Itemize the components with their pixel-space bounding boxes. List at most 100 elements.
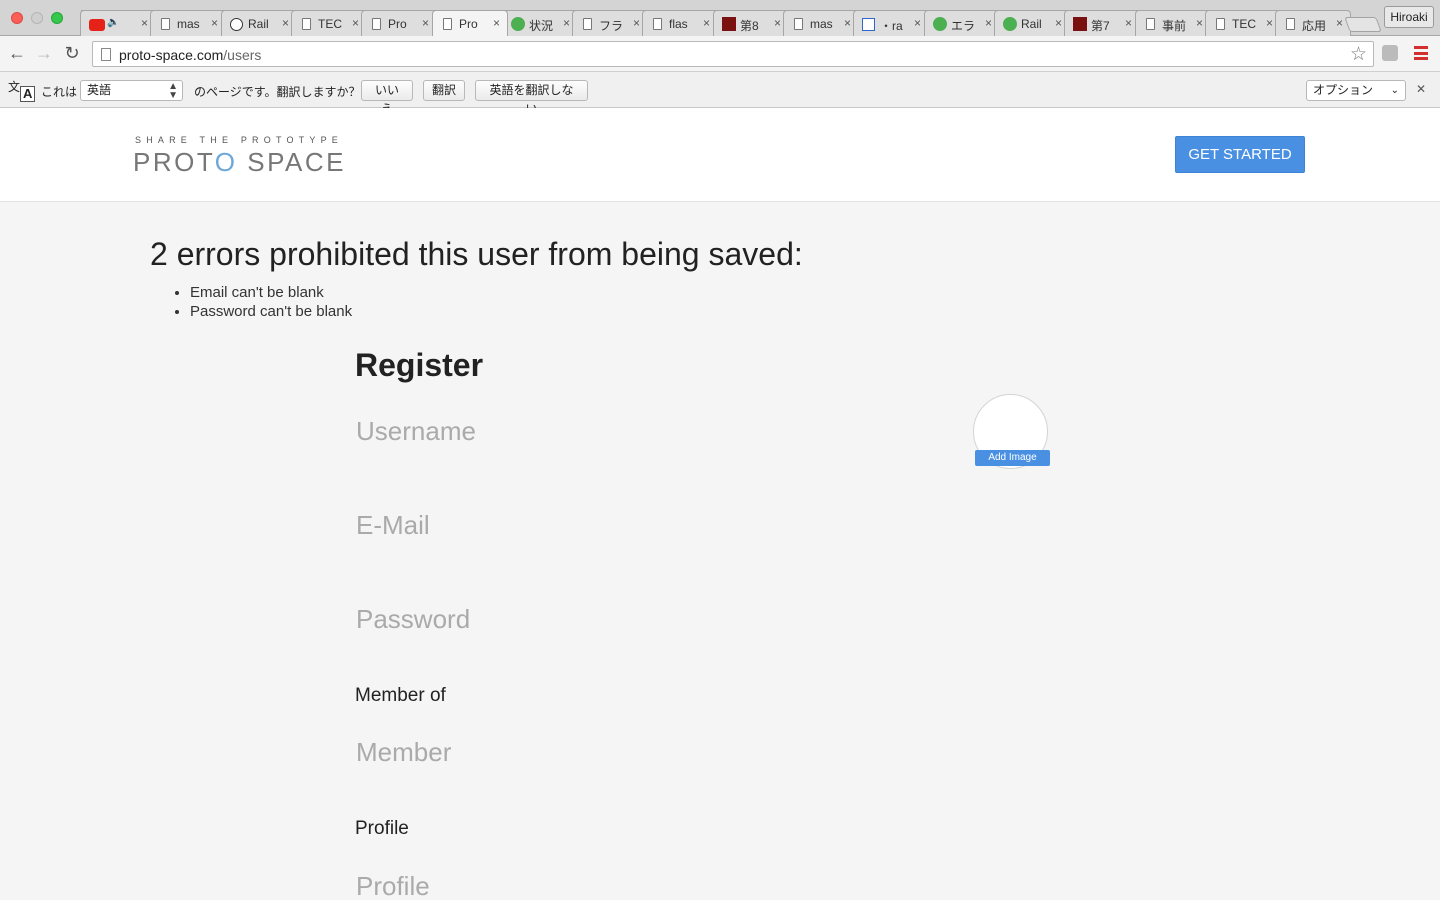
tab-title: 第7	[1091, 19, 1110, 33]
close-tab-icon[interactable]: ×	[352, 16, 359, 30]
browser-tab[interactable]: mas ×	[783, 10, 859, 36]
logo-accent: O	[214, 147, 238, 177]
back-arrow-icon[interactable]: ←	[7, 43, 27, 63]
translate-icon: 文A	[8, 78, 36, 102]
close-tab-icon[interactable]: ×	[774, 16, 781, 30]
username-input[interactable]	[356, 411, 916, 451]
url-host: proto-space.com	[119, 47, 224, 63]
close-tab-icon[interactable]: ×	[493, 16, 500, 30]
close-tab-icon[interactable]: ×	[1196, 16, 1203, 30]
browser-tab[interactable]: 応用 ×	[1275, 10, 1351, 36]
close-window-button[interactable]	[11, 12, 23, 24]
close-tab-icon[interactable]: ×	[422, 16, 429, 30]
minimize-window-button[interactable]	[31, 12, 43, 24]
browser-tab[interactable]: 第7 ×	[1064, 10, 1140, 36]
email-input[interactable]	[356, 505, 916, 545]
tab-title: Pro	[459, 17, 478, 31]
document-icon	[794, 18, 803, 30]
language-select-value: 英語	[87, 83, 112, 97]
register-title: Register	[355, 347, 484, 383]
document-icon	[161, 18, 170, 30]
site-logo[interactable]: PROTO SPACE	[133, 147, 346, 178]
green-circle-icon	[511, 17, 525, 31]
document-icon	[653, 18, 662, 30]
bookmark-star-icon[interactable]: ☆	[1350, 43, 1367, 66]
browser-tab[interactable]: TEC ×	[291, 10, 367, 36]
tab-title: 第8	[740, 19, 759, 33]
close-tab-icon[interactable]: ×	[141, 16, 148, 30]
forward-arrow-icon[interactable]: →	[34, 43, 54, 63]
close-tab-icon[interactable]: ×	[703, 16, 710, 30]
page-icon	[101, 48, 111, 61]
tab-title: Rail	[1021, 17, 1042, 31]
document-icon	[443, 18, 452, 30]
translate-button[interactable]: 翻訳	[423, 80, 465, 101]
speaker-icon: 🔈	[107, 17, 120, 28]
browser-toolbar: ← → ↻ proto-space.com/users ☆	[0, 36, 1440, 72]
green-circle-icon	[1003, 17, 1017, 31]
reload-icon[interactable]: ↻	[62, 43, 82, 63]
select-arrows-icon: ▲ ▼	[168, 81, 178, 101]
close-tab-icon[interactable]: ×	[633, 16, 640, 30]
browser-tab[interactable]: ・ra ×	[853, 10, 929, 36]
translate-options-select[interactable]: オプション ⌄	[1306, 80, 1406, 101]
member-input[interactable]	[356, 732, 916, 772]
logo-part-2: SPACE	[237, 147, 346, 177]
browser-tab[interactable]: mas ×	[150, 10, 226, 36]
add-image-button[interactable]: Add Image	[975, 450, 1050, 466]
tab-title: Rail	[248, 17, 269, 31]
browser-tab[interactable]: TEC ×	[1205, 10, 1281, 36]
fullscreen-window-button[interactable]	[51, 12, 63, 24]
error-item: Email can't be blank	[190, 283, 352, 302]
close-tab-icon[interactable]: ×	[563, 16, 570, 30]
document-icon	[1146, 18, 1155, 30]
browser-tab[interactable]: Rail ×	[994, 10, 1070, 36]
profile-input[interactable]	[356, 866, 916, 900]
close-tab-icon[interactable]: ×	[844, 16, 851, 30]
browser-tab[interactable]: 第8 ×	[713, 10, 789, 36]
close-tab-icon[interactable]: ×	[1266, 16, 1273, 30]
browser-tab[interactable]: Rail ×	[221, 10, 297, 36]
never-translate-button[interactable]: 英語を翻訳しない	[475, 80, 588, 116]
browser-tab[interactable]: 🔈 ×	[80, 10, 156, 36]
profile-button[interactable]: Hiroaki	[1384, 6, 1434, 28]
close-translate-bar-icon[interactable]: ✕	[1416, 82, 1426, 96]
translate-prefix: これは	[41, 85, 78, 99]
browser-tab[interactable]: Pro ×	[432, 10, 508, 36]
close-tab-icon[interactable]: ×	[211, 16, 218, 30]
close-tab-icon[interactable]: ×	[985, 16, 992, 30]
site-header: SHARE THE PROTOTYPE PROTO SPACE GET STAR…	[0, 108, 1440, 202]
extension-icon[interactable]	[1382, 45, 1398, 61]
close-tab-icon[interactable]: ×	[1125, 16, 1132, 30]
language-select[interactable]: 英語 ▲ ▼	[80, 80, 183, 101]
dark-red-icon	[722, 17, 736, 31]
tab-title: 応用	[1302, 19, 1327, 33]
browser-tab[interactable]: フラ ×	[572, 10, 648, 36]
profile-label: Profile	[355, 818, 409, 839]
get-started-button[interactable]: GET STARTED	[1175, 136, 1305, 173]
error-list: Email can't be blank Password can't be b…	[190, 283, 352, 321]
address-bar[interactable]: proto-space.com/users ☆	[92, 41, 1374, 67]
document-icon	[372, 18, 381, 30]
password-input[interactable]	[356, 599, 916, 639]
no-translate-button[interactable]: いいえ	[361, 80, 413, 116]
chrome-menu-icon[interactable]	[1414, 46, 1428, 60]
tab-title: TEC	[318, 17, 342, 31]
close-tab-icon[interactable]: ×	[282, 16, 289, 30]
close-tab-icon[interactable]: ×	[1336, 16, 1343, 30]
browser-tab[interactable]: エラ ×	[924, 10, 1000, 36]
close-tab-icon[interactable]: ×	[914, 16, 921, 30]
blue-square-icon	[862, 18, 875, 31]
browser-tab[interactable]: Pro ×	[361, 10, 437, 36]
close-tab-icon[interactable]: ×	[1055, 16, 1062, 30]
url-text: proto-space.com/users	[119, 47, 261, 63]
browser-tab[interactable]: flas ×	[642, 10, 718, 36]
chevron-down-icon: ⌄	[1390, 85, 1399, 96]
tab-list: 🔈 × mas × Rail × TEC × Pro × Pro × 状況 × フラ × flas × 第8 × mas…	[80, 10, 1380, 36]
browser-tab[interactable]: 状況 ×	[502, 10, 578, 36]
tab-title: ・ra	[880, 19, 903, 33]
youtube-icon	[89, 19, 105, 31]
tab-title: flas	[669, 17, 688, 31]
browser-tab[interactable]: 事前 ×	[1135, 10, 1211, 36]
new-tab-button[interactable]	[1344, 17, 1382, 32]
